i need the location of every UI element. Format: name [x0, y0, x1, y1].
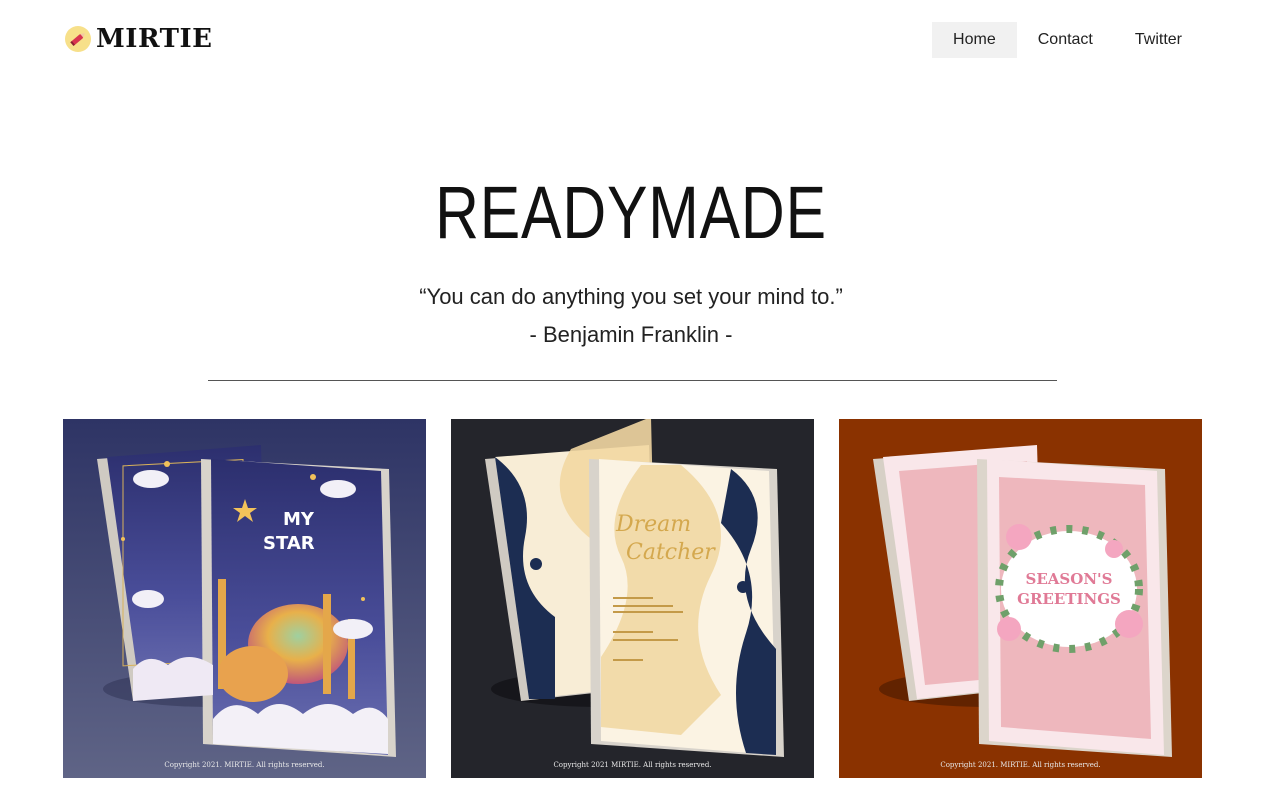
- dream-catcher-copyright: Copyright 2021 MIRTIE. All rights reserv…: [553, 761, 712, 769]
- page-title: READYMADE: [435, 171, 827, 254]
- dream-catcher-book-mockup: Dream Catcher: [451, 419, 814, 778]
- my-star-copyright: Copyright 2021. MIRTIE. All rights reser…: [164, 761, 325, 769]
- seasons-greetings-title-line2: GREETINGS: [1017, 590, 1121, 608]
- dream-catcher-title-line1: Dream: [615, 512, 691, 537]
- section-divider: [208, 380, 1057, 381]
- hero-quote-author: - Benjamin Franklin -: [529, 322, 733, 347]
- hero-quote: “You can do anything you set your mind t…: [419, 284, 843, 309]
- top-navigation-bar: MIRTIE Home Contact Twitter: [0, 0, 1262, 80]
- product-card-dream-catcher[interactable]: Dream Catcher Copyright 2021 MIRTIE. All…: [451, 419, 814, 778]
- my-star-book-mockup: MY STAR: [63, 419, 426, 778]
- brand-logo[interactable]: MIRTIE: [64, 24, 212, 54]
- my-star-title-line2: STAR: [263, 533, 315, 554]
- product-gallery: MY STAR Copyright 2021. MIRTIE. All righ…: [63, 419, 1202, 778]
- product-card-my-star[interactable]: MY STAR Copyright 2021. MIRTIE. All righ…: [63, 419, 426, 778]
- nav-home-link[interactable]: Home: [932, 22, 1017, 58]
- seasons-greetings-copyright: Copyright 2021. MIRTIE. All rights reser…: [940, 761, 1101, 769]
- seasons-greetings-title-line1: SEASON'S: [1026, 570, 1113, 588]
- seasons-greetings-book-mockup: SEASON'S GREETINGS: [839, 419, 1202, 778]
- my-star-title-line1: MY: [283, 509, 315, 530]
- main-nav: Home Contact Twitter: [932, 22, 1203, 58]
- nav-contact-link[interactable]: Contact: [1017, 22, 1114, 58]
- product-card-seasons-greetings[interactable]: SEASON'S GREETINGS Copyright 2021. MIRTI…: [839, 419, 1202, 778]
- dream-catcher-title-line2: Catcher: [626, 540, 716, 565]
- pencil-circle-icon: [64, 24, 94, 54]
- nav-twitter-link[interactable]: Twitter: [1114, 22, 1203, 58]
- brand-name: MIRTIE: [96, 24, 213, 54]
